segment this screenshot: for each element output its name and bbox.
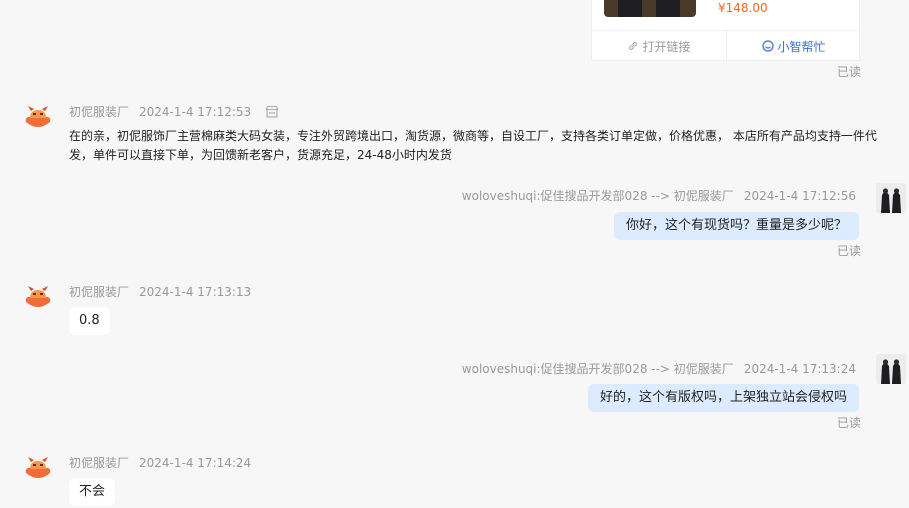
message-time: 2024-1-4 17:13:24 [743, 362, 856, 376]
seller-logo-icon [25, 286, 51, 307]
read-receipt: 已读 [837, 244, 862, 258]
message-bubble: 好的，这个有版权吗，上架独立站会侵权吗 [587, 384, 859, 412]
sender-name: woloveshuqi:促佳搜品开发部028 --> 初伲服装厂 [461, 189, 734, 203]
seller-avatar[interactable] [22, 280, 54, 312]
open-link-button[interactable]: 打开链接 [592, 31, 727, 61]
message-bubble: 不会 [69, 478, 116, 506]
message-time: 2024-1-4 17:13:13 [139, 285, 252, 299]
message-time: 2024-1-4 17:12:53 [139, 105, 252, 119]
sender-name: 初伲服装厂 [69, 285, 130, 299]
sender-name: woloveshuqi:促佳搜品开发部028 --> 初伲服装厂 [461, 362, 734, 376]
message-time: 2024-1-4 17:14:24 [139, 456, 252, 470]
buyer-avatar[interactable] [876, 183, 906, 213]
message-meta: woloveshuqi:促佳搜品开发部028 --> 初伲服装厂 2024-1-4… [462, 360, 856, 377]
product-card-actions: 打开链接 小智帮忙 [592, 30, 861, 61]
message-meta: 初伲服装厂 2024-1-4 17:12:53 [69, 103, 279, 120]
read-receipt: 已读 [837, 65, 862, 79]
shop-icon[interactable] [265, 105, 279, 118]
product-thumbnail-figure [656, 0, 680, 17]
link-icon [629, 42, 638, 50]
buyer-photo-icon [876, 354, 906, 384]
seller-logo-icon [25, 106, 51, 127]
product-card[interactable]: ¥148.00 打开链接 小智帮忙 [591, 0, 861, 61]
sender-name: 初伲服装厂 [69, 456, 130, 470]
read-receipt: 已读 [837, 416, 862, 430]
message-meta: 初伲服装厂 2024-1-4 17:14:24 [69, 454, 251, 471]
product-thumbnail[interactable] [604, 0, 696, 17]
sender-name: 初伲服装厂 [69, 105, 130, 119]
seller-avatar[interactable] [22, 100, 54, 132]
assistant-icon [762, 40, 775, 52]
message-bubble: 你好，这个有现货吗？重量是多少呢？ [613, 212, 859, 240]
assistant-help-label: 小智帮忙 [777, 39, 826, 54]
open-link-label: 打开链接 [642, 39, 691, 54]
seller-logo-icon [25, 457, 51, 478]
seller-avatar[interactable] [22, 451, 54, 483]
message-bubble: 0.8 [69, 307, 110, 335]
message-meta: woloveshuqi:促佳搜品开发部028 --> 初伲服装厂 2024-1-4… [462, 187, 856, 204]
message-meta: 初伲服装厂 2024-1-4 17:13:13 [69, 283, 251, 300]
buyer-avatar[interactable] [876, 354, 906, 384]
product-thumbnail-figure [618, 0, 642, 17]
product-price: ¥148.00 [718, 1, 768, 15]
assistant-help-button[interactable]: 小智帮忙 [727, 31, 861, 61]
message-text: 在的亲，初伲服饰厂主营棉麻类大码女装，专注外贸跨境出口，淘货源，微商等，自设工厂… [69, 129, 877, 162]
buyer-photo-icon [876, 183, 906, 213]
message-time: 2024-1-4 17:12:56 [743, 189, 856, 203]
